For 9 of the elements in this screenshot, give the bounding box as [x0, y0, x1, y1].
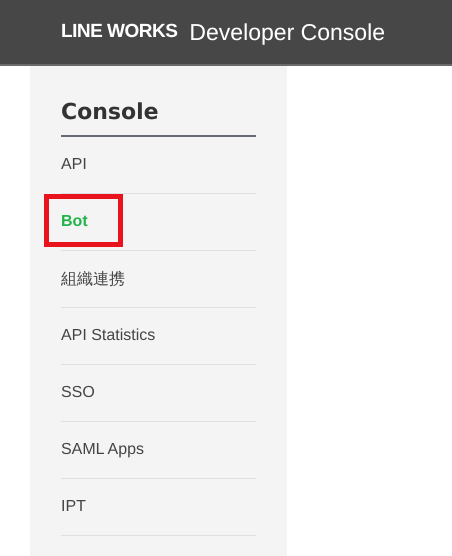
sidebar-item[interactable]: IPT	[61, 498, 86, 516]
sidebar-item[interactable]: 組織連携	[61, 268, 125, 290]
brand-logo: LINE WORKS	[61, 21, 178, 43]
sidebar-item[interactable]: SSO	[61, 384, 95, 402]
sidebar-item[interactable]: API	[61, 156, 87, 174]
sidebar-item[interactable]: API Statistics	[61, 327, 156, 345]
header-title: Developer Console	[189, 18, 386, 46]
sidebar-item[interactable]: SAML Apps	[61, 441, 144, 459]
sidebar-heading: Console	[61, 66, 256, 137]
